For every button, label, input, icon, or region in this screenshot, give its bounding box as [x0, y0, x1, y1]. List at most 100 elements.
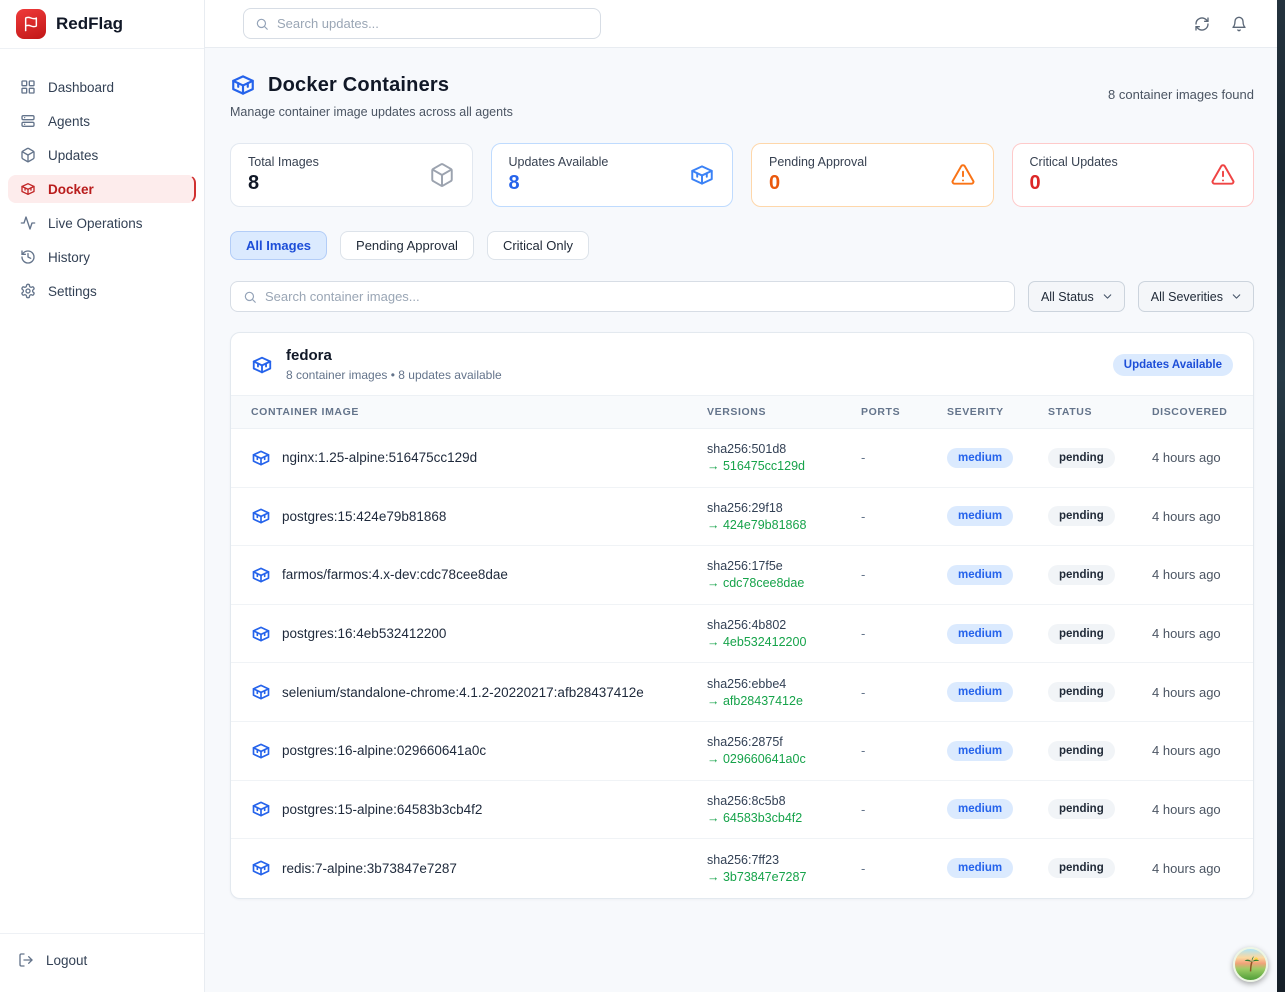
version-new: → afb28437412e [707, 694, 861, 708]
container-icon [251, 448, 271, 468]
stat-card-critical-updates: Critical Updates0 [1012, 143, 1255, 207]
discovered: 4 hours ago [1152, 861, 1233, 876]
ports: - [861, 743, 947, 758]
tab-all-images[interactable]: All Images [230, 231, 327, 260]
stat-label: Updates Available [509, 155, 609, 169]
refresh-icon[interactable] [1194, 16, 1210, 32]
logout-button[interactable]: Logout [16, 946, 188, 974]
discovered: 4 hours ago [1152, 626, 1233, 641]
logout-icon [18, 952, 34, 968]
container-image-name: selenium/standalone-chrome:4.1.2-2022021… [282, 685, 644, 700]
sidebar-item-agents[interactable]: Agents [8, 107, 196, 135]
sidebar-item-label: Agents [48, 114, 90, 129]
topbar-actions [1194, 16, 1247, 32]
table-row[interactable]: selenium/standalone-chrome:4.1.2-2022021… [231, 663, 1253, 722]
column-header-severity: SEVERITY [947, 406, 1048, 418]
severity-badge: medium [947, 448, 1013, 468]
severity-select[interactable]: All Severities [1138, 281, 1254, 312]
table-row[interactable]: farmos/farmos:4.x-dev:cdc78cee8dae sha256… [231, 546, 1253, 605]
table-row[interactable]: postgres:15:424e79b81868sha256:29f18→ 42… [231, 488, 1253, 547]
tab-critical-only[interactable]: Critical Only [487, 231, 589, 260]
redflag-logo-icon [16, 9, 46, 39]
version-new: → 424e79b81868 [707, 518, 861, 532]
table-row[interactable]: nginx:1.25-alpine:516475cc129dsha256:501… [231, 429, 1253, 488]
severity-badge: medium [947, 858, 1013, 878]
container-icon [689, 162, 715, 188]
stats-row: Total Images8Updates Available8Pending A… [230, 143, 1254, 207]
table-row[interactable]: redis:7-alpine:3b73847e7287sha256:7ff23→… [231, 839, 1253, 898]
warning-icon [1210, 162, 1236, 188]
discovered: 4 hours ago [1152, 685, 1233, 700]
table-row[interactable]: postgres:16-alpine:029660641a0c sha256:28… [231, 722, 1253, 781]
sidebar-item-dashboard[interactable]: Dashboard [8, 73, 196, 101]
window-edge-strip [1277, 0, 1285, 992]
status-badge: pending [1048, 799, 1115, 819]
filter-row: All Status All Severities [230, 281, 1254, 312]
severity-badge: medium [947, 624, 1013, 644]
column-header-versions: VERSIONS [707, 406, 861, 418]
sidebar-item-history[interactable]: History [8, 243, 196, 271]
discovered: 4 hours ago [1152, 567, 1233, 582]
status-select[interactable]: All Status [1028, 281, 1125, 312]
settings-icon [20, 283, 36, 299]
package-icon [20, 147, 36, 163]
stat-value: 8 [248, 172, 319, 195]
app-root: RedFlag Dashboard Agents Updates Docker Live… [0, 0, 1285, 992]
container-group-card: fedora 8 container images • 8 updates av… [230, 332, 1254, 899]
container-icon [251, 741, 271, 761]
container-icon [251, 506, 271, 526]
ports: - [861, 509, 947, 524]
status-badge: pending [1048, 741, 1115, 761]
sidebar-item-settings[interactable]: Settings [8, 277, 196, 305]
status-badge: pending [1048, 565, 1115, 585]
discovered: 4 hours ago [1152, 802, 1233, 817]
status-select-value: All Status [1041, 290, 1094, 304]
agents-icon [20, 113, 36, 129]
version-current: sha256:2875f [707, 735, 861, 749]
sidebar-item-label: History [48, 250, 90, 265]
container-icon [251, 799, 271, 819]
stat-value: 0 [1030, 172, 1118, 195]
table-row[interactable]: postgres:16:4eb532412200sha256:4b802→ 4e… [231, 605, 1253, 664]
tab-pending-approval[interactable]: Pending Approval [340, 231, 474, 260]
severity-select-value: All Severities [1151, 290, 1223, 304]
version-current: sha256:17f5e [707, 559, 861, 573]
container-image-name: farmos/farmos:4.x-dev:cdc78cee8dae [282, 567, 508, 582]
ports: - [861, 567, 947, 582]
stat-value: 0 [769, 172, 867, 195]
sidebar-item-updates[interactable]: Updates [8, 141, 196, 169]
sidebar-item-label: Updates [48, 148, 98, 163]
chevron-down-icon [1230, 290, 1243, 303]
table-row[interactable]: postgres:15-alpine:64583b3cb4f2sha256:8c… [231, 781, 1253, 840]
severity-badge: medium [947, 682, 1013, 702]
page-subtitle: Manage container image updates across al… [230, 105, 513, 119]
status-badge: pending [1048, 506, 1115, 526]
sidebar-item-label: Dashboard [48, 80, 114, 95]
history-icon [20, 249, 36, 265]
column-header-container-image: CONTAINER IMAGE [251, 406, 707, 418]
image-search-input[interactable] [265, 289, 1002, 304]
status-badge: pending [1048, 858, 1115, 878]
brand-name: RedFlag [56, 14, 123, 34]
island-button[interactable] [1233, 947, 1268, 982]
version-new: → 64583b3cb4f2 [707, 811, 861, 825]
global-search-input[interactable] [277, 16, 589, 31]
sidebar-footer: Logout [0, 933, 204, 992]
stat-card-total-images: Total Images8 [230, 143, 473, 207]
image-search[interactable] [230, 281, 1015, 312]
container-icon [251, 354, 273, 376]
docker-container-icon [230, 72, 256, 98]
version-new: → 029660641a0c [707, 752, 861, 766]
sidebar-item-docker[interactable]: Docker [8, 175, 196, 203]
sidebar-item-live-operations[interactable]: Live Operations [8, 209, 196, 237]
container-image-name: postgres:16-alpine:029660641a0c [282, 743, 486, 758]
container-image-name: nginx:1.25-alpine:516475cc129d [282, 450, 477, 465]
container-image-name: redis:7-alpine:3b73847e7287 [282, 861, 457, 876]
bell-icon[interactable] [1231, 16, 1247, 32]
group-name: fedora [286, 347, 502, 364]
global-search[interactable] [243, 8, 601, 39]
sidebar-item-label: Live Operations [48, 216, 143, 231]
palm-island-icon [1240, 954, 1262, 976]
version-current: sha256:4b802 [707, 618, 861, 632]
stat-value: 8 [509, 172, 609, 195]
